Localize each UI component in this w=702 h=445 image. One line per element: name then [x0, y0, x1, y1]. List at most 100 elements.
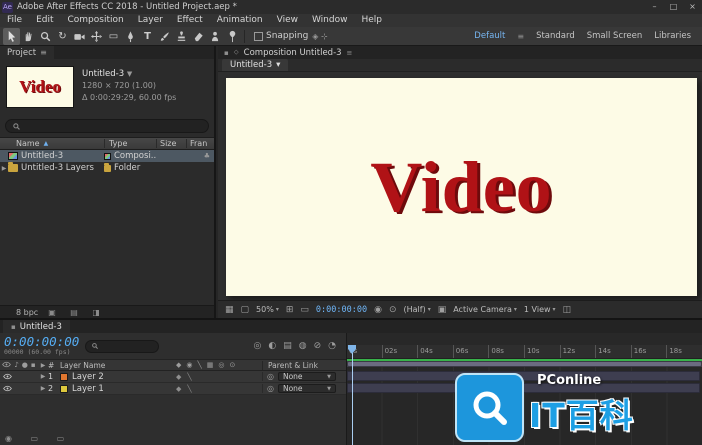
work-area-handle[interactable]	[348, 362, 701, 366]
project-footer-icons[interactable]: ▣ ▤ ◨	[48, 308, 106, 317]
menu-animation[interactable]: Animation	[210, 14, 270, 27]
layer-color-swatch[interactable]	[60, 373, 68, 381]
pan-behind-tool-icon[interactable]	[88, 28, 105, 45]
graph-editor-icon[interactable]: ◔	[328, 341, 336, 351]
current-timecode[interactable]: 0:00:00:00	[4, 336, 79, 349]
menu-edit[interactable]: Edit	[29, 14, 60, 27]
zoom-dropdown[interactable]: 50%▾	[256, 305, 279, 314]
timeline-ruler[interactable]: 0s 02s 04s 06s 08s 10s 12s 14s 16s 18s	[347, 345, 702, 359]
snapping-checkbox[interactable]	[254, 32, 263, 41]
layer-switch-icons[interactable]: ◆╲	[176, 373, 262, 381]
workspace-menu-icon[interactable]: ≡	[517, 32, 524, 41]
layer-name[interactable]: Layer 1	[72, 384, 176, 394]
menu-file[interactable]: File	[0, 14, 29, 27]
grid-guides-icon[interactable]: ⊞	[286, 305, 294, 315]
layer-color-swatch[interactable]	[60, 385, 68, 393]
panel-menu-icon[interactable]: ≡	[347, 49, 353, 57]
timeline-toggle-icons[interactable]: ◉ ▭ ▭	[5, 434, 72, 443]
workspace-small-screen[interactable]: Small Screen	[587, 31, 643, 41]
playhead[interactable]	[348, 345, 357, 445]
hide-shy-layers-icon[interactable]: ▤	[283, 341, 292, 351]
tab-timeline-untitled3[interactable]: ▪ Untitled-3	[3, 320, 70, 333]
zoom-tool-icon[interactable]	[37, 28, 54, 45]
workspace-default[interactable]: Default	[474, 31, 505, 41]
hand-tool-icon[interactable]	[20, 28, 37, 45]
draft-3d-icon[interactable]: ◐	[268, 341, 276, 351]
project-search-input[interactable]	[5, 119, 209, 133]
menu-window[interactable]: Window	[305, 14, 355, 27]
channels-icon[interactable]: ⊙	[389, 305, 397, 315]
viewer-lock-icon[interactable]: ⬦	[234, 48, 239, 57]
view-layout-dropdown[interactable]: 1 View▾	[524, 305, 556, 314]
clone-stamp-tool-icon[interactable]	[173, 28, 190, 45]
column-name[interactable]: Name▲	[0, 139, 104, 148]
magnification-icon[interactable]: ▢	[241, 305, 250, 315]
column-type[interactable]: Type	[104, 139, 156, 148]
minimize-button[interactable]: –	[645, 0, 664, 14]
layer-expand-icon[interactable]: ▶	[38, 385, 48, 392]
timecode-block[interactable]: 0:00:00:00 00000 (60.00 fps)	[4, 336, 79, 357]
layer-visibility-cell[interactable]	[0, 373, 38, 380]
menu-effect[interactable]: Effect	[170, 14, 210, 27]
pixel-aspect-icon[interactable]: ◫	[563, 305, 572, 315]
viewer-timecode[interactable]: 0:00:00:00	[316, 305, 367, 315]
pen-tool-icon[interactable]	[122, 28, 139, 45]
rotate-tool-icon[interactable]: ↻	[54, 28, 71, 45]
layer-visibility-cell[interactable]	[0, 385, 38, 392]
column-number[interactable]: #	[48, 361, 60, 370]
roi-icon[interactable]: ▣	[438, 305, 447, 315]
viewer-tab-menu-icon[interactable]: ▾	[276, 60, 280, 70]
project-row-untitled3-layers[interactable]: ▶ Untitled-3 Layers Folder	[0, 162, 214, 174]
brush-tool-icon[interactable]	[156, 28, 173, 45]
pickwhip-icon[interactable]: ◎	[267, 384, 274, 393]
eraser-tool-icon[interactable]	[190, 28, 207, 45]
snapping-options-icons[interactable]: ◈ ⊹	[312, 32, 327, 41]
maximize-button[interactable]: □	[664, 0, 683, 14]
timeline-view-icons[interactable]: ◎ ◐ ▤ ◍ ⊘ ◔	[254, 341, 343, 351]
layer-name[interactable]: Layer 2	[72, 372, 176, 382]
eye-icon[interactable]	[3, 385, 12, 392]
camera-tool-icon[interactable]	[71, 28, 88, 45]
selection-tool-icon[interactable]	[3, 28, 20, 45]
tab-project[interactable]: Project ≡	[0, 46, 54, 59]
frame-blending-icon[interactable]: ◍	[299, 341, 307, 351]
video-text-layer[interactable]: Video	[370, 146, 552, 229]
timeline-search-input[interactable]	[85, 340, 159, 353]
workspace-standard[interactable]: Standard	[536, 31, 575, 41]
menu-composition[interactable]: Composition	[61, 14, 131, 27]
snapshot-icon[interactable]: ◉	[374, 305, 382, 315]
composition-name[interactable]: Untitled-3 ▼	[82, 68, 176, 80]
composition-mini-flowchart-icon[interactable]: ◎	[254, 341, 262, 351]
column-layer-name[interactable]: Layer Name	[60, 361, 176, 370]
motion-blur-icon[interactable]: ⊘	[314, 341, 322, 351]
mask-visibility-icon[interactable]: ▭	[300, 305, 309, 315]
close-button[interactable]: ×	[683, 0, 702, 14]
eye-icon[interactable]	[3, 373, 12, 380]
viewer-tab-untitled3[interactable]: Untitled-3 ▾	[222, 59, 288, 71]
layer-duration-bar[interactable]	[347, 371, 700, 381]
puppet-pin-tool-icon[interactable]	[224, 28, 241, 45]
track-lanes[interactable]	[347, 367, 702, 445]
text-tool-icon[interactable]: T	[139, 28, 156, 45]
parent-dropdown[interactable]: None▼	[278, 372, 336, 381]
layer-duration-bar[interactable]	[347, 383, 700, 393]
always-preview-icon[interactable]: ▦	[225, 305, 234, 315]
menu-layer[interactable]: Layer	[131, 14, 170, 27]
twirl-arrow-icon[interactable]: ▶	[0, 165, 8, 172]
camera-dropdown[interactable]: Active Camera▾	[453, 305, 517, 314]
tab-composition[interactable]: Composition Untitled-3	[244, 48, 342, 58]
layer-row-2[interactable]: ▶ 2 Layer 1 ◆╲ ◎ None▼	[0, 383, 346, 395]
workspace-libraries[interactable]: Libraries	[654, 31, 691, 41]
panel-menu-icon[interactable]: ≡	[40, 48, 47, 57]
column-frame[interactable]: Fran	[186, 139, 214, 148]
pickwhip-icon[interactable]: ◎	[267, 372, 274, 381]
resolution-dropdown[interactable]: (Half)▾	[403, 305, 430, 314]
parent-dropdown[interactable]: None▼	[278, 384, 336, 393]
menu-view[interactable]: View	[270, 14, 305, 27]
layer-switch-icons[interactable]: ◆╲	[176, 385, 262, 393]
roto-brush-tool-icon[interactable]	[207, 28, 224, 45]
mask-shape-tool-icon[interactable]: ▭	[105, 28, 122, 45]
layer-row-1[interactable]: ▶ 1 Layer 2 ◆╲ ◎ None▼	[0, 371, 346, 383]
column-size[interactable]: Size	[156, 139, 186, 148]
column-parent-link[interactable]: Parent & Link	[262, 361, 346, 370]
